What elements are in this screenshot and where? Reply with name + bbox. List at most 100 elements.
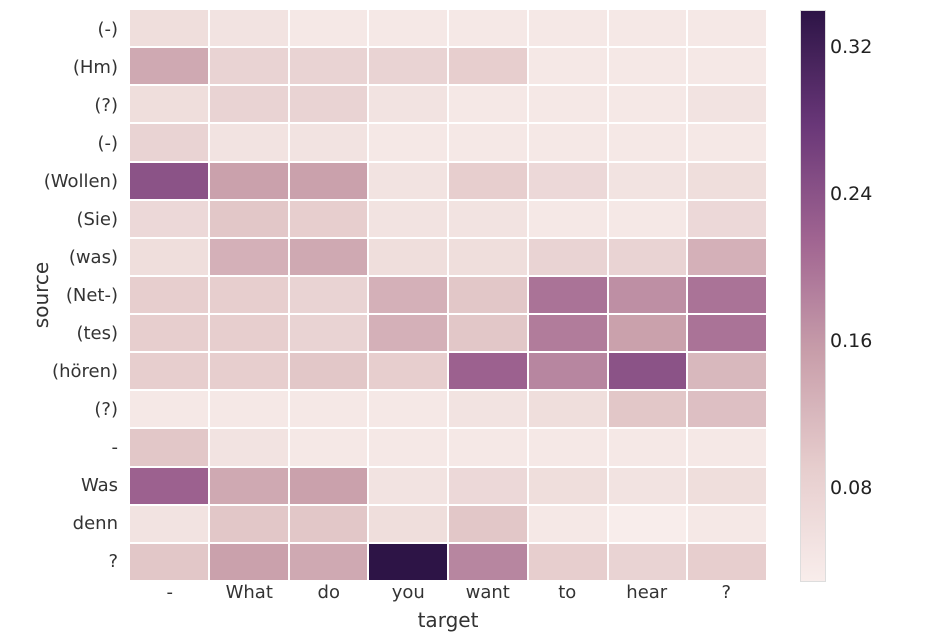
heatmap-cell: [290, 201, 368, 237]
heatmap-cell: [290, 86, 368, 122]
heatmap-cell: [130, 239, 208, 275]
x-tick-label: What: [210, 582, 290, 603]
heatmap-cell: [369, 429, 447, 465]
x-tick-label: you: [369, 582, 449, 603]
heatmap-cell: [529, 468, 607, 504]
heatmap-cell: [449, 506, 527, 542]
y-axis-label: source: [29, 262, 53, 328]
heatmap-cell: [130, 429, 208, 465]
heatmap-cell: [449, 277, 527, 313]
heatmap-cell: [609, 163, 687, 199]
heatmap-cell: [449, 239, 527, 275]
y-tick-label: Was: [0, 466, 124, 504]
heatmap-cell: [130, 86, 208, 122]
colorbar-tick-label: 0.16: [830, 330, 872, 352]
heatmap-cell: [290, 506, 368, 542]
x-axis-ticks: -Whatdoyouwanttohear?: [130, 582, 766, 603]
heatmap-cell: [130, 506, 208, 542]
heatmap-cell: [688, 468, 766, 504]
heatmap-cell: [290, 239, 368, 275]
heatmap-cell: [688, 10, 766, 46]
heatmap-cell: [290, 124, 368, 160]
y-tick-label: (Sie): [0, 200, 124, 238]
heatmap-cell: [449, 86, 527, 122]
heatmap-cell: [688, 239, 766, 275]
y-tick-label: (was): [0, 238, 124, 276]
heatmap-cell: [369, 163, 447, 199]
heatmap-cell: [369, 544, 447, 580]
plot-area: [130, 10, 766, 580]
heatmap-cell: [130, 48, 208, 84]
heatmap-cell: [130, 353, 208, 389]
heatmap-cell: [130, 315, 208, 351]
heatmap-cell: [449, 429, 527, 465]
heatmap-cell: [449, 201, 527, 237]
heatmap-cell: [449, 124, 527, 160]
heatmap-cell: [609, 10, 687, 46]
heatmap-cell: [449, 315, 527, 351]
y-tick-label: (Hm): [0, 48, 124, 86]
heatmap-cell: [210, 163, 288, 199]
x-tick-label: do: [289, 582, 369, 603]
heatmap-cell: [369, 48, 447, 84]
heatmap-cell: [210, 544, 288, 580]
heatmap-cell: [130, 468, 208, 504]
heatmap-grid: [130, 10, 766, 580]
heatmap-cell: [529, 391, 607, 427]
heatmap-cell: [290, 391, 368, 427]
heatmap-cell: [529, 429, 607, 465]
y-tick-label: (-): [0, 124, 124, 162]
y-tick-label: (Net-): [0, 276, 124, 314]
heatmap-cell: [449, 391, 527, 427]
heatmap-cell: [369, 124, 447, 160]
heatmap-cell: [609, 353, 687, 389]
heatmap-cell: [210, 429, 288, 465]
heatmap-cell: [529, 239, 607, 275]
heatmap-cell: [529, 10, 607, 46]
heatmap-cell: [290, 468, 368, 504]
heatmap-cell: [688, 124, 766, 160]
heatmap-cell: [449, 468, 527, 504]
heatmap-cell: [688, 163, 766, 199]
heatmap-cell: [449, 10, 527, 46]
heatmap-cell: [688, 48, 766, 84]
y-tick-label: (hören): [0, 352, 124, 390]
x-tick-label: to: [528, 582, 608, 603]
colorbar-ticks: 0.080.160.240.32: [830, 10, 890, 580]
y-tick-label: (-): [0, 10, 124, 48]
heatmap-cell: [688, 506, 766, 542]
colorbar-tick-label: 0.32: [830, 36, 872, 58]
heatmap-cell: [609, 86, 687, 122]
heatmap-cell: [130, 10, 208, 46]
heatmap-cell: [210, 391, 288, 427]
heatmap-cell: [529, 48, 607, 84]
heatmap-cell: [529, 163, 607, 199]
heatmap-cell: [529, 124, 607, 160]
heatmap-cell: [609, 48, 687, 84]
heatmap-cell: [210, 86, 288, 122]
heatmap-cell: [369, 239, 447, 275]
heatmap-cell: [130, 124, 208, 160]
heatmap-cell: [369, 353, 447, 389]
heatmap-cell: [609, 544, 687, 580]
heatmap-cell: [688, 391, 766, 427]
heatmap-cell: [210, 353, 288, 389]
heatmap-cell: [529, 544, 607, 580]
heatmap-cell: [130, 391, 208, 427]
heatmap-cell: [688, 315, 766, 351]
x-tick-label: -: [130, 582, 210, 603]
colorbar: [800, 10, 826, 582]
heatmap-cell: [290, 315, 368, 351]
heatmap-cell: [609, 391, 687, 427]
heatmap-cell: [529, 86, 607, 122]
heatmap-cell: [210, 468, 288, 504]
heatmap-cell: [369, 391, 447, 427]
colorbar-tick-label: 0.08: [830, 477, 872, 499]
heatmap-cell: [210, 506, 288, 542]
heatmap-cell: [290, 48, 368, 84]
heatmap-cell: [210, 277, 288, 313]
heatmap-cell: [609, 468, 687, 504]
heatmap-cell: [609, 277, 687, 313]
y-axis-ticks: (-)(Hm)(?)(-)(Wollen)(Sie)(was)(Net-)(te…: [0, 10, 124, 580]
heatmap-cell: [210, 124, 288, 160]
